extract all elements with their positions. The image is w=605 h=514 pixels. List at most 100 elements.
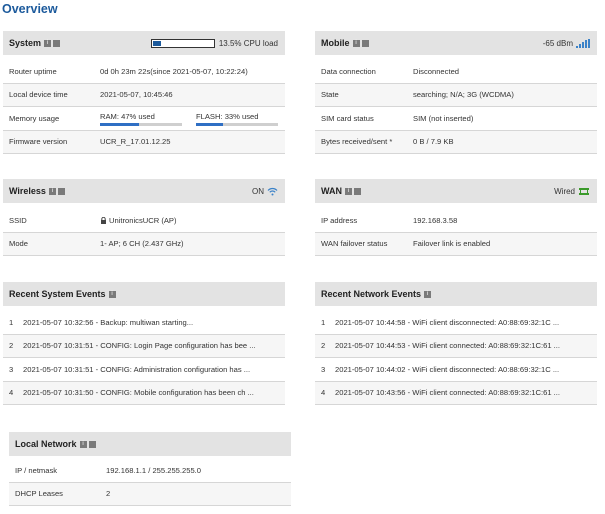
wireless-status-text: ON <box>252 186 264 196</box>
system-row-memory: Memory usage RAM: 47% used FLASH: 33% us… <box>3 107 285 131</box>
list-item: 1 2021-05-07 10:32:56 - Backup: multiwan… <box>3 311 285 335</box>
sim-status-label: SIM card status <box>321 113 374 123</box>
ram-usage-bar <box>100 123 182 126</box>
state-value: searching; N/A; 3G (WCDMA) <box>413 90 514 100</box>
event-text: 2021-05-07 10:43:56 - WiFi client connec… <box>335 388 561 398</box>
bytes-label: Bytes received/sent * <box>321 137 393 147</box>
wireless-status: ON <box>252 179 278 203</box>
wan-panel-title: WAN <box>321 186 342 196</box>
info-icon[interactable]: i <box>79 440 87 448</box>
list-item: 4 2021-05-07 10:31:50 - CONFIG: Mobile c… <box>3 381 285 405</box>
flash-usage-text: FLASH: 33% used <box>196 112 259 121</box>
mobile-row-bytes: Bytes received/sent * 0 B / 7.9 KB <box>315 130 597 154</box>
mobile-row-data-connection: Data connection Disconnected <box>315 60 597 84</box>
system-panel-title: System <box>9 38 42 48</box>
info-icon[interactable]: i <box>108 290 116 298</box>
wireless-panel-header: Wireless i ON <box>3 179 285 203</box>
info-icon[interactable]: i <box>48 187 56 195</box>
event-text: 2021-05-07 10:44:53 - WiFi client connec… <box>335 341 561 351</box>
system-panel-header: System i 13.5% CPU load <box>3 31 285 55</box>
local-network-header: Local Network i <box>9 432 291 456</box>
event-number: 1 <box>9 317 14 327</box>
network-events-header: Recent Network Events i <box>315 282 597 306</box>
cpu-load-bar <box>150 38 215 48</box>
cpu-load-text: 13.5% CPU load <box>218 38 278 48</box>
event-text: 2021-05-07 10:31:51 - CONFIG: Administra… <box>23 364 251 374</box>
signal-bars-icon <box>576 38 590 48</box>
ssid-value: UnitronicsUCR (AP) <box>109 215 177 225</box>
event-text: 2021-05-07 10:31:50 - CONFIG: Mobile con… <box>23 388 254 398</box>
list-item: 2 2021-05-07 10:44:53 - WiFi client conn… <box>315 334 597 358</box>
settings-icon[interactable] <box>361 39 369 47</box>
settings-icon[interactable] <box>354 187 361 195</box>
wan-failover-label: WAN failover status <box>321 239 388 249</box>
memory-label: Memory usage <box>9 113 60 123</box>
settings-icon[interactable] <box>88 440 96 448</box>
wan-type-text: Wired <box>554 186 575 196</box>
info-icon[interactable]: i <box>424 290 432 298</box>
mobile-row-state: State searching; N/A; 3G (WCDMA) <box>315 83 597 107</box>
data-connection-label: Data connection <box>321 66 376 76</box>
wan-row-failover: WAN failover status Failover link is ena… <box>315 232 597 256</box>
info-icon[interactable]: i <box>352 39 360 47</box>
system-events-header: Recent System Events i <box>3 282 285 306</box>
system-row-time: Local device time 2021-05-07, 10:45:46 <box>3 83 285 107</box>
info-icon[interactable]: i <box>345 187 352 195</box>
mode-label: Mode <box>9 239 28 249</box>
list-item: 4 2021-05-07 10:43:56 - WiFi client conn… <box>315 381 597 405</box>
event-number: 3 <box>9 364 14 374</box>
mode-value: 1- AP; 6 CH (2.437 GHz) <box>100 239 184 249</box>
event-text: 2021-05-07 10:32:56 - Backup: multiwan s… <box>23 317 194 327</box>
wireless-panel-title: Wireless <box>9 186 46 196</box>
wan-row-ip: IP address 192.168.3.58 <box>315 209 597 233</box>
system-row-firmware: Firmware version UCR_R_17.01.12.25 <box>3 130 285 154</box>
local-network-row-dhcp: DHCP Leases 2 <box>9 482 291 506</box>
list-item: 1 2021-05-07 10:44:58 - WiFi client disc… <box>315 311 597 335</box>
lock-icon <box>101 216 106 224</box>
signal-strength-text: -65 dBm <box>542 38 573 48</box>
system-events-title: Recent System Events <box>9 289 106 299</box>
page-title: Overview <box>2 2 58 16</box>
info-icon[interactable]: i <box>44 39 52 47</box>
wireless-row-mode: Mode 1- AP; 6 CH (2.437 GHz) <box>3 232 285 256</box>
local-time-label: Local device time <box>9 90 68 100</box>
uptime-value: 0d 0h 23m 22s(since 2021-05-07, 10:22:24… <box>100 66 248 76</box>
event-number: 4 <box>9 388 14 398</box>
event-number: 2 <box>9 341 14 351</box>
wan-panel-header: WAN i Wired <box>315 179 597 203</box>
settings-icon[interactable] <box>53 39 61 47</box>
firmware-label: Firmware version <box>9 137 68 147</box>
firmware-value: UCR_R_17.01.12.25 <box>100 137 171 147</box>
list-item: 3 2021-05-07 10:44:02 - WiFi client disc… <box>315 358 597 382</box>
state-label: State <box>321 90 339 100</box>
wan-panel: WAN i Wired IP address 192.168.3.58 WAN … <box>315 179 597 256</box>
local-time-value: 2021-05-07, 10:45:46 <box>100 90 173 100</box>
sim-status-value: SIM (not inserted) <box>413 113 474 123</box>
data-connection-value: Disconnected <box>413 66 460 76</box>
wan-failover-value: Failover link is enabled <box>413 239 491 249</box>
event-text: 2021-05-07 10:44:02 - WiFi client discon… <box>335 364 560 374</box>
mobile-panel: Mobile i -65 dBm Data connection Disconn… <box>315 31 597 154</box>
local-network-row-ip: IP / netmask 192.168.1.1 / 255.255.255.0 <box>9 459 291 483</box>
flash-usage: FLASH: 33% used <box>196 112 278 126</box>
event-number: 4 <box>321 388 326 398</box>
settings-icon[interactable] <box>57 187 65 195</box>
system-panel: System i 13.5% CPU load Router uptime 0d… <box>3 31 285 154</box>
dhcp-leases-label: DHCP Leases <box>15 489 63 499</box>
local-network-panel: Local Network i IP / netmask 192.168.1.1… <box>9 432 291 506</box>
event-number: 2 <box>321 341 326 351</box>
wan-type: Wired <box>554 179 590 203</box>
mobile-panel-header: Mobile i -65 dBm <box>315 31 597 55</box>
event-number: 1 <box>321 317 326 327</box>
signal-strength: -65 dBm <box>543 31 590 55</box>
ram-usage: RAM: 47% used <box>100 112 182 126</box>
lan-ip-value: 192.168.1.1 / 255.255.255.0 <box>106 465 202 475</box>
flash-usage-fill <box>196 123 224 126</box>
list-item: 2 2021-05-07 10:31:51 - CONFIG: Login Pa… <box>3 334 285 358</box>
ram-usage-fill <box>100 123 139 126</box>
dhcp-leases-value: 2 <box>106 489 111 499</box>
ram-usage-text: RAM: 47% used <box>100 112 155 121</box>
mobile-row-sim: SIM card status SIM (not inserted) <box>315 107 597 131</box>
bytes-value: 0 B / 7.9 KB <box>413 137 454 147</box>
event-text: 2021-05-07 10:31:51 - CONFIG: Login Page… <box>23 341 256 351</box>
